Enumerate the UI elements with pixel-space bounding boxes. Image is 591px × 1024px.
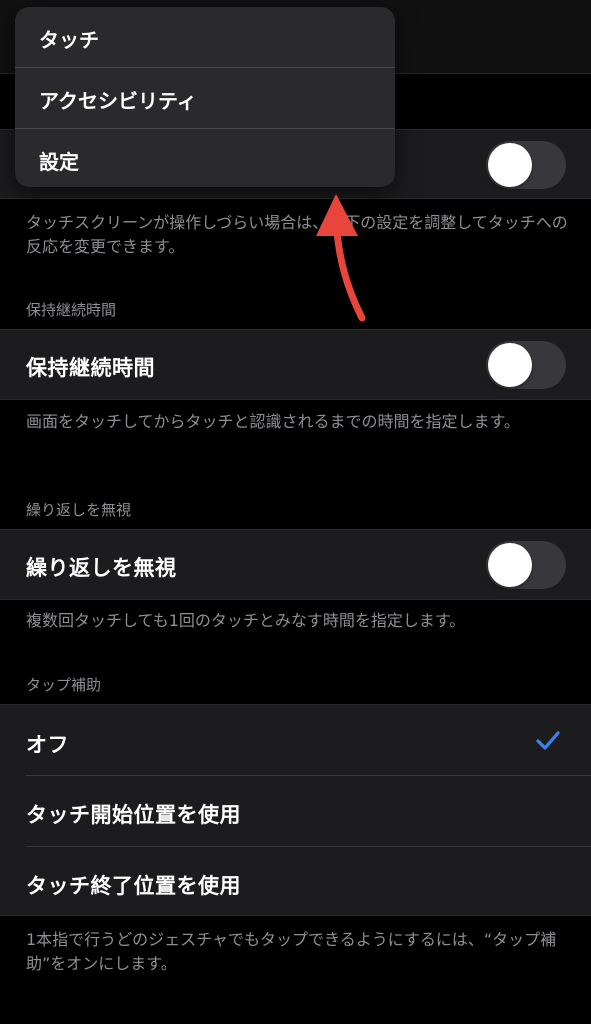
menu-item-label: アクセシビリティ <box>39 89 197 113</box>
menu-item-label: 設定 <box>39 150 79 174</box>
first-setting-toggle[interactable] <box>486 141 566 189</box>
ignore-repeat-label: 繰り返しを無視 <box>26 556 177 580</box>
hold-duration-label: 保持継続時間 <box>26 356 155 380</box>
ignore-repeat-header: 繰り返しを無視 <box>26 501 132 519</box>
back-history-menu: タッチ アクセシビリティ 設定 <box>15 7 395 187</box>
ignore-repeat-toggle[interactable] <box>486 541 566 589</box>
checkmark-icon <box>536 731 560 750</box>
toggle-knob <box>488 143 532 187</box>
tap-assist-option-label: タッチ終了位置を使用 <box>26 874 241 898</box>
ignore-repeat-footer: 複数回タッチしても1回のタッチとみなす時間を指定します。 <box>26 611 466 630</box>
toggle-knob <box>488 343 532 387</box>
hold-duration-row: 保持継続時間 <box>0 329 591 400</box>
tap-assist-list: オフ タッチ開始位置を使用 タッチ終了位置を使用 <box>0 704 591 916</box>
first-setting-footer: タッチスクリーンが操作しづらい場合は、以下の設定を調整してタッチへの反応を変更で… <box>26 213 568 256</box>
menu-item-touch[interactable]: タッチ <box>15 7 395 67</box>
annotation-arrow-icon <box>316 194 366 322</box>
tap-assist-option-label: タッチ開始位置を使用 <box>26 803 241 827</box>
menu-item-accessibility[interactable]: アクセシビリティ <box>15 68 395 128</box>
hold-duration-footer: 画面をタッチしてからタッチと認識されるまでの時間を指定します。 <box>26 412 520 431</box>
tap-assist-footer: 1本指で行うどのジェスチャでもタップできるようにするには、“タップ補助”をオンに… <box>26 930 557 973</box>
ignore-repeat-row: 繰り返しを無視 <box>0 529 591 600</box>
tap-assist-option-touch-start[interactable]: タッチ開始位置を使用 <box>0 776 591 846</box>
tap-assist-option-touch-end[interactable]: タッチ終了位置を使用 <box>0 847 591 916</box>
toggle-knob <box>488 543 532 587</box>
tap-assist-header: タップ補助 <box>26 676 102 694</box>
menu-item-label: タッチ <box>39 28 99 52</box>
hold-duration-toggle[interactable] <box>486 341 566 389</box>
tap-assist-option-label: オフ <box>26 733 69 757</box>
hold-duration-header: 保持継続時間 <box>26 301 117 319</box>
tap-assist-option-off[interactable]: オフ <box>0 705 591 775</box>
menu-item-settings[interactable]: 設定 <box>15 129 395 187</box>
